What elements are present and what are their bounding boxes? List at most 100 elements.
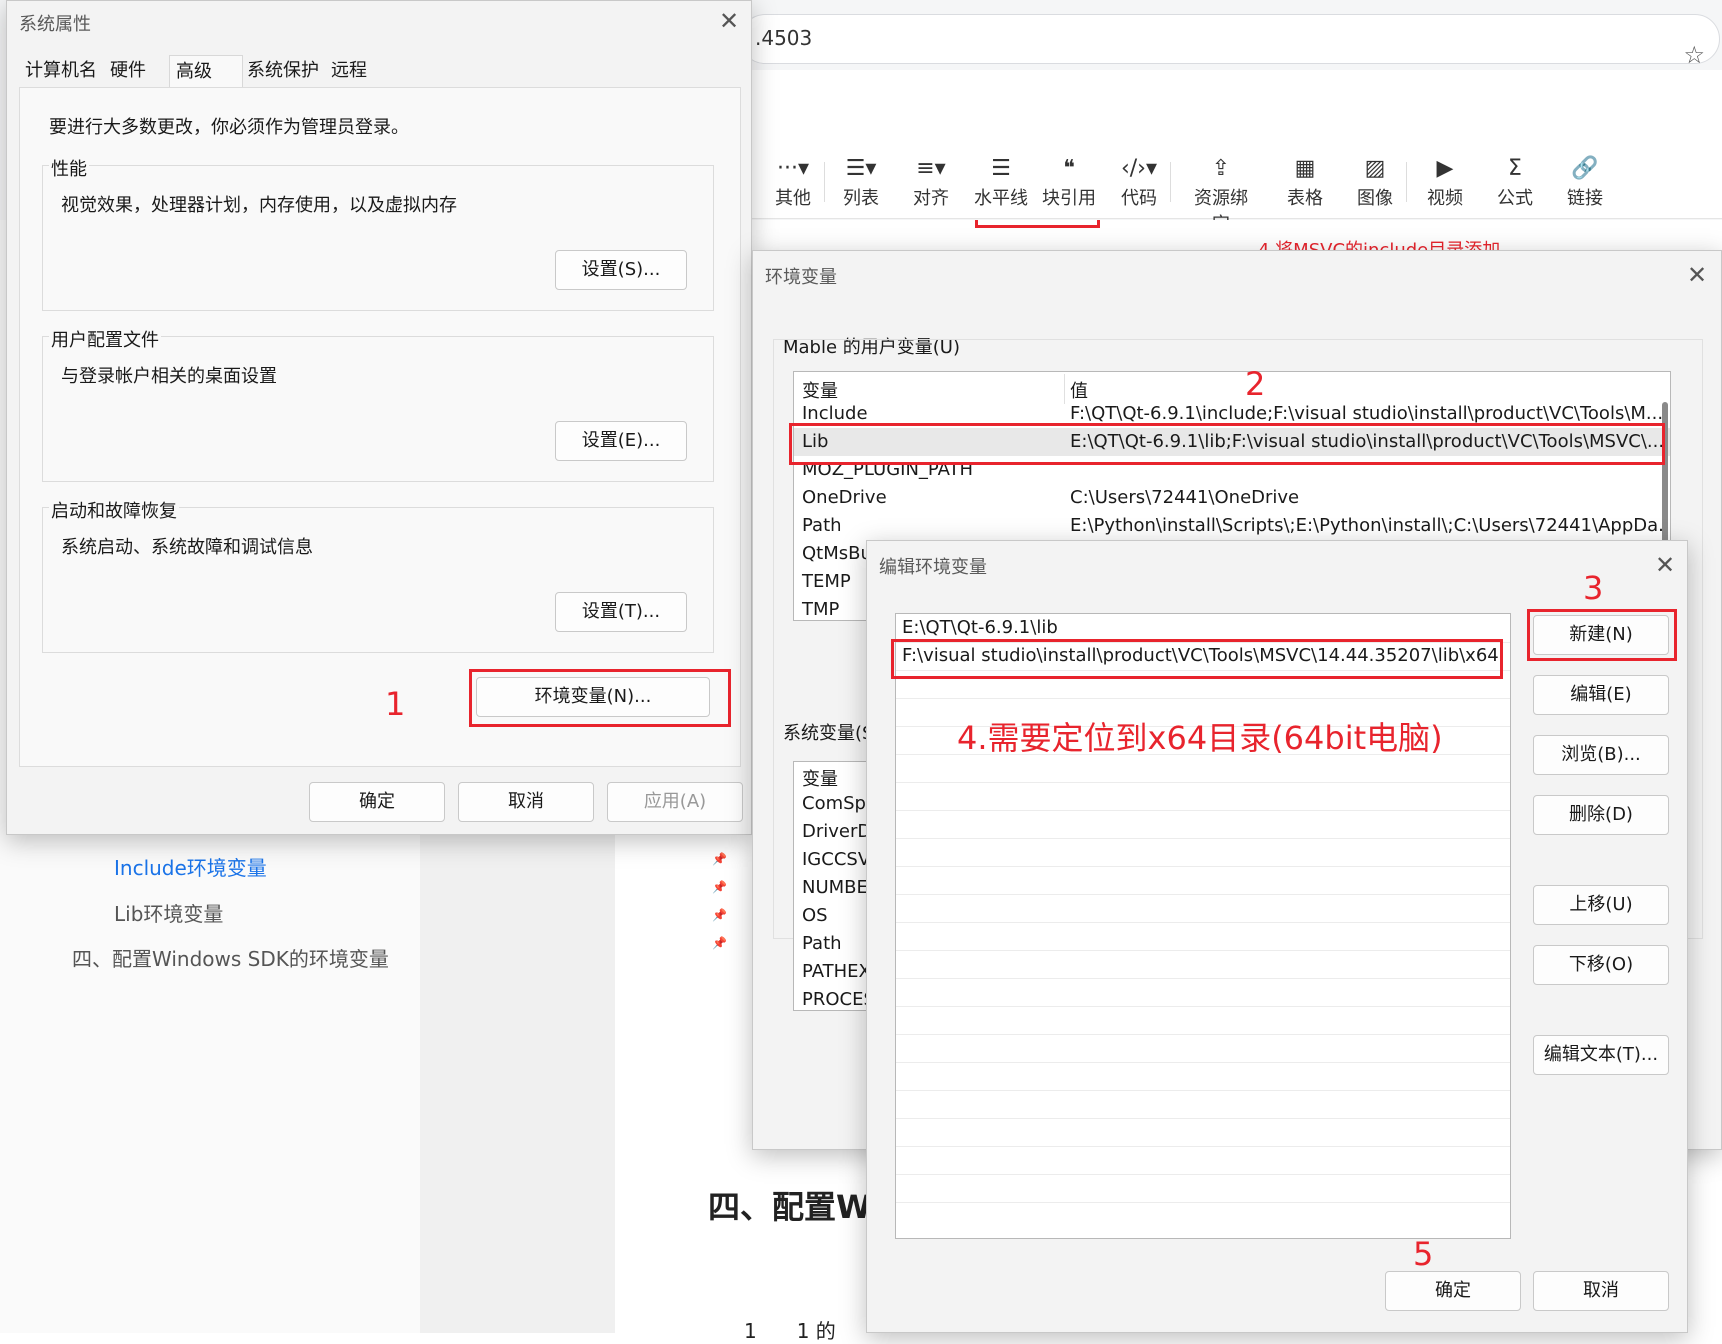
toolbar-button-1[interactable]: ☰▾ 列表	[826, 154, 896, 210]
profile-settings-button[interactable]: 设置(E)...	[555, 421, 687, 461]
cancel-button[interactable]: 取消	[1533, 1271, 1669, 1311]
profile-label: 用户配置文件	[49, 326, 161, 352]
tab-remote[interactable]: 远程	[325, 55, 373, 87]
toolbar-button-4[interactable]: ❝ 块引用	[1034, 154, 1104, 210]
list-gridline	[896, 810, 1510, 811]
ok-button[interactable]: 确定	[309, 782, 445, 822]
table-row-name[interactable]: PROCES	[802, 986, 875, 1010]
tab-system-protection[interactable]: 系统保护	[241, 55, 325, 87]
list-gridline	[896, 1146, 1510, 1147]
toolbar-button-8[interactable]: ▨ 图像	[1340, 154, 1410, 210]
list-item[interactable]: E:\QT\Qt-6.9.1\lib	[902, 614, 1058, 642]
startup-desc: 系统启动、系统故障和调试信息	[61, 537, 313, 558]
toc-item-include[interactable]: Include环境变量	[114, 852, 267, 881]
tab-computer-name[interactable]: 计算机名	[19, 55, 103, 87]
edit-button[interactable]: 编辑(E)	[1533, 675, 1669, 715]
startup-label: 启动和故障恢复	[49, 497, 179, 523]
startup-settings-button[interactable]: 设置(T)...	[555, 592, 687, 632]
toolbar-button-2[interactable]: ≡▾ 对齐	[896, 154, 966, 210]
dialog-title: 环境变量	[765, 267, 837, 288]
toolbar-icon: ▶	[1436, 156, 1454, 181]
table-row-name[interactable]: OS	[802, 902, 828, 930]
list-gridline	[896, 978, 1510, 979]
annotation-step-2: 2	[1245, 365, 1266, 403]
table-row-value[interactable]: E:\Python\install\Scripts\;E:\Python\ins…	[1070, 512, 1670, 540]
toolbar-icon: 🔗	[1571, 156, 1599, 181]
close-icon[interactable]: ✕	[1655, 553, 1675, 577]
table-row-name[interactable]: ComSp	[802, 790, 866, 818]
star-icon[interactable]: ☆	[1683, 41, 1705, 69]
tab-hardware[interactable]: 硬件	[104, 55, 152, 87]
list-gridline	[896, 782, 1510, 783]
table-row-name[interactable]: NUMBE	[802, 874, 868, 902]
editor-toolbar: ···▾其他☰▾列表≡▾对齐☰水平线❝块引用‹/›▾代码⇪资源绑定▦表格▨图像▶…	[750, 148, 1722, 235]
toolbar-button-7[interactable]: ▦ 表格	[1270, 154, 1340, 210]
list-gridline	[896, 950, 1510, 951]
pin-icon: 📌	[712, 880, 727, 894]
table-row-name[interactable]: DriverD	[802, 818, 871, 846]
list-gridline	[896, 1006, 1510, 1007]
toolbar-label: 块引用	[1042, 188, 1096, 209]
edit-text-button[interactable]: 编辑文本(T)...	[1533, 1035, 1669, 1075]
table-row-name[interactable]: Path	[802, 930, 842, 958]
toolbar-separator	[824, 162, 825, 202]
list-gridline	[896, 1174, 1510, 1175]
doc-heading: 四、配置W	[708, 1188, 872, 1226]
system-vars-label: 系统变量(S	[783, 723, 874, 744]
cancel-button[interactable]: 取消	[458, 782, 594, 822]
toolbar-icon: ☰▾	[845, 156, 877, 181]
doc-list-line: 1 1 的	[744, 1319, 836, 1343]
table-row-name[interactable]: Path	[802, 512, 842, 540]
toolbar-button-5[interactable]: ‹/›▾ 代码	[1104, 154, 1174, 210]
toolbar-button-0[interactable]: ···▾ 其他	[758, 154, 828, 210]
delete-button[interactable]: 删除(D)	[1533, 795, 1669, 835]
toolbar-icon: ▨	[1364, 156, 1386, 181]
table-row-name[interactable]: TEMP	[802, 568, 851, 596]
column-divider	[1064, 374, 1065, 404]
red-highlight-x64-entry	[891, 639, 1503, 679]
browse-button[interactable]: 浏览(B)...	[1533, 735, 1669, 775]
tab-advanced[interactable]: 高级	[169, 55, 243, 87]
toolbar-label: 图像	[1357, 188, 1393, 209]
address-bar[interactable]: ☆	[740, 14, 1720, 69]
list-gridline	[896, 698, 1510, 699]
list-gridline	[896, 922, 1510, 923]
performance-settings-button[interactable]: 设置(S)...	[555, 250, 687, 290]
performance-label: 性能	[49, 155, 89, 181]
toolbar-button-11[interactable]: 🔗 链接	[1550, 154, 1620, 210]
dialog-title: 系统属性	[19, 14, 91, 35]
address-text: .4503	[755, 26, 813, 50]
table-row-name[interactable]: TMP	[802, 596, 839, 620]
pin-icon: 📌	[712, 936, 727, 950]
table-row-value[interactable]: C:\Users\72441\OneDrive	[1070, 484, 1299, 512]
list-gridline	[896, 838, 1510, 839]
toolbar-button-9[interactable]: ▶ 视频	[1410, 154, 1480, 210]
pin-icon: 📌	[712, 908, 727, 922]
table-row-name[interactable]: IGCCSV	[802, 846, 870, 874]
list-gridline	[896, 1202, 1510, 1203]
toc-item-lib[interactable]: Lib环境变量	[114, 898, 223, 927]
pin-icon: 📌	[712, 852, 727, 866]
move-up-button[interactable]: 上移(U)	[1533, 885, 1669, 925]
editor-header	[740, 70, 1722, 148]
table-row-name[interactable]: PATHEX	[802, 958, 871, 986]
path-entries-list[interactable]: E:\QT\Qt-6.9.1\lib F:\visual studio\inst…	[895, 613, 1511, 1239]
move-down-button[interactable]: 下移(O)	[1533, 945, 1669, 985]
table-row-name[interactable]: QtMsBu	[802, 540, 872, 568]
table-row-name[interactable]: OneDrive	[802, 484, 887, 512]
toolbar-label: 表格	[1287, 188, 1323, 209]
toolbar-button-10[interactable]: Σ 公式	[1480, 154, 1550, 210]
close-icon[interactable]: ✕	[1687, 263, 1707, 287]
ok-button[interactable]: 确定	[1385, 1271, 1521, 1311]
annotation-step-5: 5	[1413, 1235, 1434, 1273]
close-icon[interactable]: ✕	[719, 9, 739, 33]
toolbar-icon: ‹/›▾	[1120, 156, 1158, 181]
toc-item-section4[interactable]: 四、配置Windows SDK的环境变量	[72, 943, 389, 972]
apply-button[interactable]: 应用(A)	[607, 782, 743, 822]
list-gridline	[896, 1118, 1510, 1119]
dialog-title: 编辑环境变量	[879, 557, 987, 578]
red-highlight-lib-row	[789, 423, 1665, 465]
toolbar-label: 其他	[775, 188, 811, 209]
toolbar-button-3[interactable]: ☰ 水平线	[966, 154, 1036, 210]
toolbar-icon: ▦	[1294, 156, 1316, 181]
